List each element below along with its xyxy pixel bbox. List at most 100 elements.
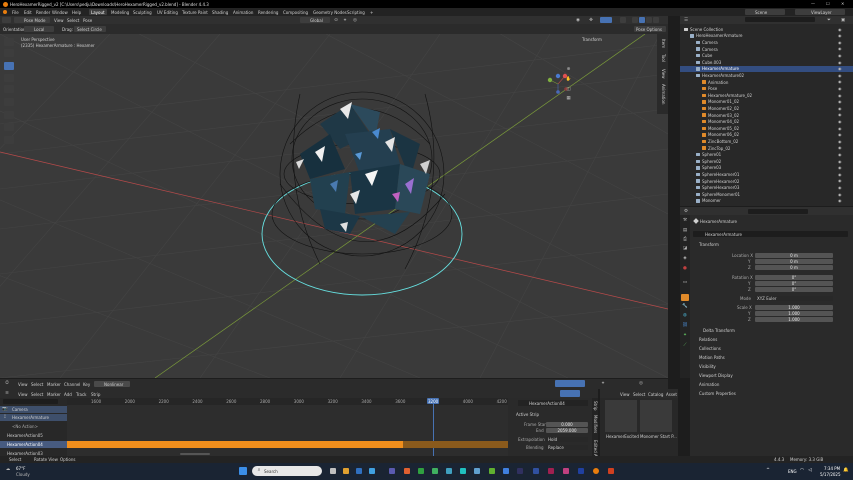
shading-rendered[interactable] [653, 17, 659, 23]
location-x-field[interactable]: 0 m [755, 253, 833, 258]
overlay-toggle[interactable] [600, 17, 612, 23]
tab-animation[interactable]: Animation [233, 10, 253, 15]
proportional-timeline-icon[interactable]: ◎ [638, 381, 644, 386]
n-tab-tool[interactable]: Tool [661, 54, 666, 62]
outliner-row[interactable]: Camera ◉ [680, 46, 853, 53]
sidebar-tab-modifiers[interactable]: Modifiers [593, 415, 598, 433]
visibility-eye-icon[interactable]: ◉ [838, 46, 842, 51]
outliner-row[interactable]: HexamerArmature ◉ [680, 65, 853, 73]
outliner-row[interactable]: ZincTop_02 ◉ [680, 145, 853, 152]
menu-help[interactable]: Help [72, 10, 81, 15]
location-y-field[interactable]: 0 m [755, 259, 833, 264]
transform-tool-button[interactable] [4, 98, 14, 106]
timeline-menu-channel[interactable]: Channel [64, 382, 80, 387]
outliner-row[interactable]: Monomer05_02 ◉ [680, 125, 853, 132]
taskbar-app-8-icon[interactable] [432, 468, 438, 474]
minimize-button[interactable]: — [811, 1, 815, 6]
3d-viewport[interactable]: User Perspective (2335) HexamerArmature … [0, 34, 668, 378]
viewport-menu-view[interactable]: View [54, 18, 64, 23]
outliner-row[interactable]: SphereHexamer01 ◉ [680, 171, 853, 178]
outliner-row[interactable]: HeroHexamerArmature ◉ [680, 33, 853, 40]
section-animation[interactable]: Animation [699, 382, 719, 387]
asset-menu-view[interactable]: View [620, 392, 630, 397]
timeline-menu-view[interactable]: View [18, 382, 28, 387]
section-visibility[interactable]: Visibility [699, 364, 716, 369]
rotate-tool-button[interactable] [4, 74, 14, 82]
outliner-row[interactable]: Scene Collection ◉ [680, 26, 853, 33]
taskbar-search-box[interactable] [252, 466, 322, 476]
render-tab-icon[interactable]: ▤ [681, 228, 689, 233]
taskbar-app-10-icon[interactable] [460, 468, 466, 474]
tab-compositing[interactable]: Compositing [283, 10, 308, 15]
outliner-row[interactable]: SphereMonomer01 ◉ [680, 191, 853, 198]
pivot-icon[interactable]: ⊙ [333, 18, 339, 23]
active-strip-header[interactable]: Active Strip [516, 412, 539, 417]
section-viewport-display[interactable]: Viewport Display [699, 373, 733, 378]
nla-menu-view[interactable]: View [18, 392, 28, 397]
world-tab-icon[interactable]: ● [681, 266, 689, 271]
visibility-eye-icon[interactable]: ◉ [838, 60, 842, 65]
n-tab-item[interactable]: Item [661, 39, 666, 48]
rotation-x-field[interactable]: 0° [755, 275, 833, 280]
taskbar-app-3-icon[interactable] [356, 468, 362, 474]
zoom-icon[interactable]: ⊕ [565, 67, 572, 72]
tab-scripting[interactable]: Scripting [347, 10, 365, 15]
outliner-editor-icon[interactable]: ☰ [683, 18, 689, 23]
outliner-row[interactable]: HexamerArmature02 ◉ [680, 72, 853, 79]
gizmo-toggle-icon[interactable]: ✥ [588, 18, 594, 23]
track-no-action-label[interactable]: <No Action> [12, 424, 38, 429]
tab-layout[interactable]: Layout [91, 10, 105, 15]
visibility-eye-icon[interactable]: ◉ [838, 106, 842, 111]
section-collections[interactable]: Collections [699, 346, 721, 351]
scale-x-field[interactable]: 1.000 [755, 305, 833, 310]
tab-uv-editing[interactable]: UV Editing [157, 10, 178, 15]
view-layer-tab-icon[interactable]: ◪ [681, 246, 689, 251]
visibility-eye-icon[interactable]: ◉ [838, 86, 842, 91]
taskbar-app-17-icon[interactable] [563, 468, 569, 474]
ortho-grid-icon[interactable]: ▦ [565, 96, 572, 101]
scale-z-field[interactable]: 1.000 [755, 317, 833, 322]
outliner-row[interactable]: HexamerArmature_02 ◉ [680, 92, 853, 99]
close-button[interactable]: ✕ [841, 1, 844, 6]
object-tab-icon[interactable] [681, 294, 689, 301]
visibility-eye-icon[interactable]: ◉ [838, 99, 842, 104]
editor-type-button[interactable] [2, 17, 11, 23]
n-tab-view[interactable]: View [661, 69, 666, 79]
measure-tool-button[interactable] [4, 123, 14, 131]
end-field[interactable]: 2059.000 [546, 428, 588, 433]
section-delta-transform[interactable]: Delta Transform [703, 328, 735, 333]
track-action05-label[interactable]: HexamerAction05 [7, 433, 43, 438]
nla-menu-marker[interactable]: Marker [47, 392, 61, 397]
timeline-menu-key[interactable]: Key [83, 382, 90, 387]
outliner-row[interactable]: SphereHexamer03 ◉ [680, 184, 853, 191]
add-workspace-button[interactable]: + [370, 10, 373, 15]
scene-tab-icon[interactable]: ◈ [681, 256, 689, 261]
volume-icon[interactable]: ◁ [807, 468, 813, 473]
visibility-eye-icon[interactable]: ◉ [838, 33, 842, 38]
frame-start-field[interactable]: 0.000 [546, 422, 588, 427]
taskbar-app-13-icon[interactable] [503, 468, 509, 474]
visibility-eye-icon[interactable]: ◉ [838, 40, 842, 45]
viewport-menu-select[interactable]: Select [67, 18, 79, 23]
taskbar-app-9-icon[interactable] [446, 468, 452, 474]
outliner-row[interactable]: Monomer06_02 ◉ [680, 132, 853, 139]
blender-menu-icon[interactable] [3, 10, 7, 14]
outliner-row[interactable]: Camera ◉ [680, 39, 853, 46]
taskbar-app-11-icon[interactable] [474, 468, 480, 474]
tool-tab-icon[interactable]: ⚒ [681, 218, 689, 223]
asset-thumb-2[interactable] [640, 400, 672, 432]
nla-menu-add[interactable]: Add [64, 392, 72, 397]
nla-filter-button[interactable] [560, 390, 580, 397]
timeline-menu-select[interactable]: Select [31, 382, 43, 387]
outliner-filter-icon[interactable]: ⏷ [826, 18, 832, 23]
menu-file[interactable]: File [12, 10, 19, 15]
action04-strip-hold[interactable] [403, 441, 508, 448]
track-row-camera[interactable] [0, 406, 67, 413]
outliner-row[interactable]: Sphere03 ◉ [680, 165, 853, 172]
taskbar-app-14-icon[interactable] [517, 468, 523, 474]
snap-icon[interactable]: ⌖ [342, 18, 348, 23]
visibility-eye-icon[interactable]: ◉ [838, 172, 842, 177]
taskbar-app-1-icon[interactable] [330, 468, 336, 474]
rotation-mode-dropdown[interactable]: XYZ Euler [755, 296, 833, 301]
visibility-eye-icon[interactable]: ◉ [838, 198, 842, 203]
